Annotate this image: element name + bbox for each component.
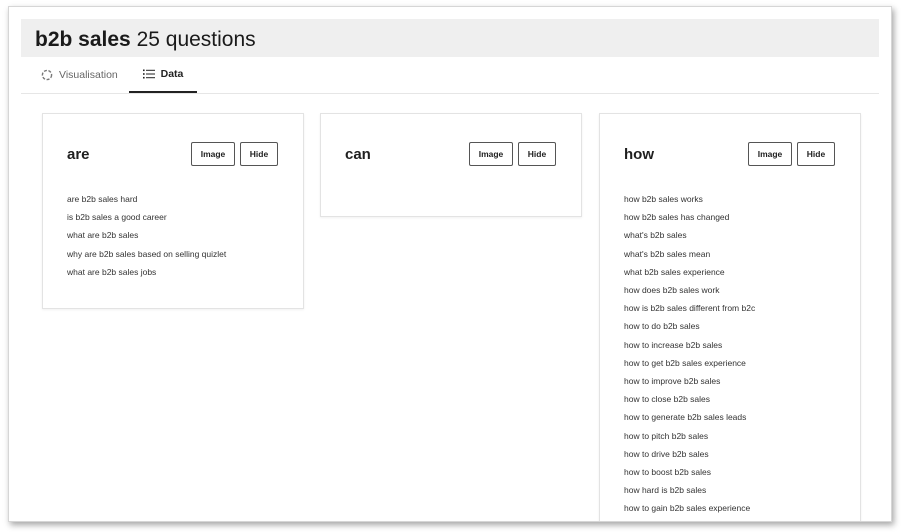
hide-button[interactable]: Hide	[240, 142, 278, 166]
list-item[interactable]: how does b2b sales work	[624, 281, 755, 299]
list-item[interactable]: how b2b sales has changed	[624, 208, 755, 226]
list-item[interactable]: how to pitch b2b sales	[624, 427, 755, 445]
tab-label: Data	[160, 68, 184, 80]
question-list: are b2b sales hard is b2b sales a good c…	[67, 190, 226, 281]
tab-bar: Visualisation Data	[21, 57, 879, 94]
tab-visualisation[interactable]: Visualisation	[41, 57, 118, 93]
title-keyword: b2b sales	[35, 28, 131, 51]
list-item[interactable]: what b2b sales experience	[624, 263, 755, 281]
list-item[interactable]: how to generate b2b sales leads	[624, 408, 755, 426]
list-item[interactable]: how to increase b2b sales	[624, 336, 755, 354]
list-item[interactable]: how is b2b sales different from b2c	[624, 299, 755, 317]
hide-button[interactable]: Hide	[518, 142, 556, 166]
image-button[interactable]: Image	[748, 142, 792, 166]
list-item[interactable]: what's b2b sales	[624, 226, 755, 244]
page-title: b2b sales 25 questions	[35, 27, 256, 53]
panel-how: how Image Hide how b2b sales works how b…	[599, 113, 861, 521]
list-item[interactable]: how to get b2b sales experience	[624, 354, 755, 372]
panel-title: how	[624, 146, 654, 163]
tab-label: Visualisation	[59, 69, 118, 81]
hide-button[interactable]: Hide	[797, 142, 835, 166]
list-item[interactable]: what are b2b sales jobs	[67, 263, 226, 281]
list-item[interactable]: why are b2b sales based on selling quizl…	[67, 245, 226, 263]
app-window: b2b sales 25 questions Visualisation Dat…	[8, 6, 892, 522]
panel-are: are Image Hide are b2b sales hard is b2b…	[42, 113, 304, 309]
list-item[interactable]: is b2b sales a good career	[67, 208, 226, 226]
list-item[interactable]: how to boost b2b sales	[624, 463, 755, 481]
list-item[interactable]: what's b2b sales mean	[624, 245, 755, 263]
list-item[interactable]: how to do b2b sales	[624, 317, 755, 335]
question-list: how b2b sales works how b2b sales has ch…	[624, 190, 755, 518]
title-question-count: 25 questions	[136, 28, 256, 51]
loading-circle-icon	[41, 69, 53, 81]
image-button[interactable]: Image	[469, 142, 513, 166]
list-item[interactable]: how to improve b2b sales	[624, 372, 755, 390]
list-item[interactable]: how hard is b2b sales	[624, 481, 755, 499]
header: b2b sales 25 questions	[21, 19, 879, 57]
list-item[interactable]: how b2b sales works	[624, 190, 755, 208]
list-item[interactable]: are b2b sales hard	[67, 190, 226, 208]
list-item[interactable]: how to close b2b sales	[624, 390, 755, 408]
list-icon	[142, 69, 155, 79]
image-button[interactable]: Image	[191, 142, 235, 166]
list-item[interactable]: what are b2b sales	[67, 226, 226, 244]
panel-can: can Image Hide	[320, 113, 582, 217]
list-item[interactable]: how to gain b2b sales experience	[624, 499, 755, 517]
tab-data[interactable]: Data	[129, 57, 197, 93]
list-item[interactable]: how to drive b2b sales	[624, 445, 755, 463]
panel-title: can	[345, 146, 371, 163]
panel-title: are	[67, 146, 90, 163]
